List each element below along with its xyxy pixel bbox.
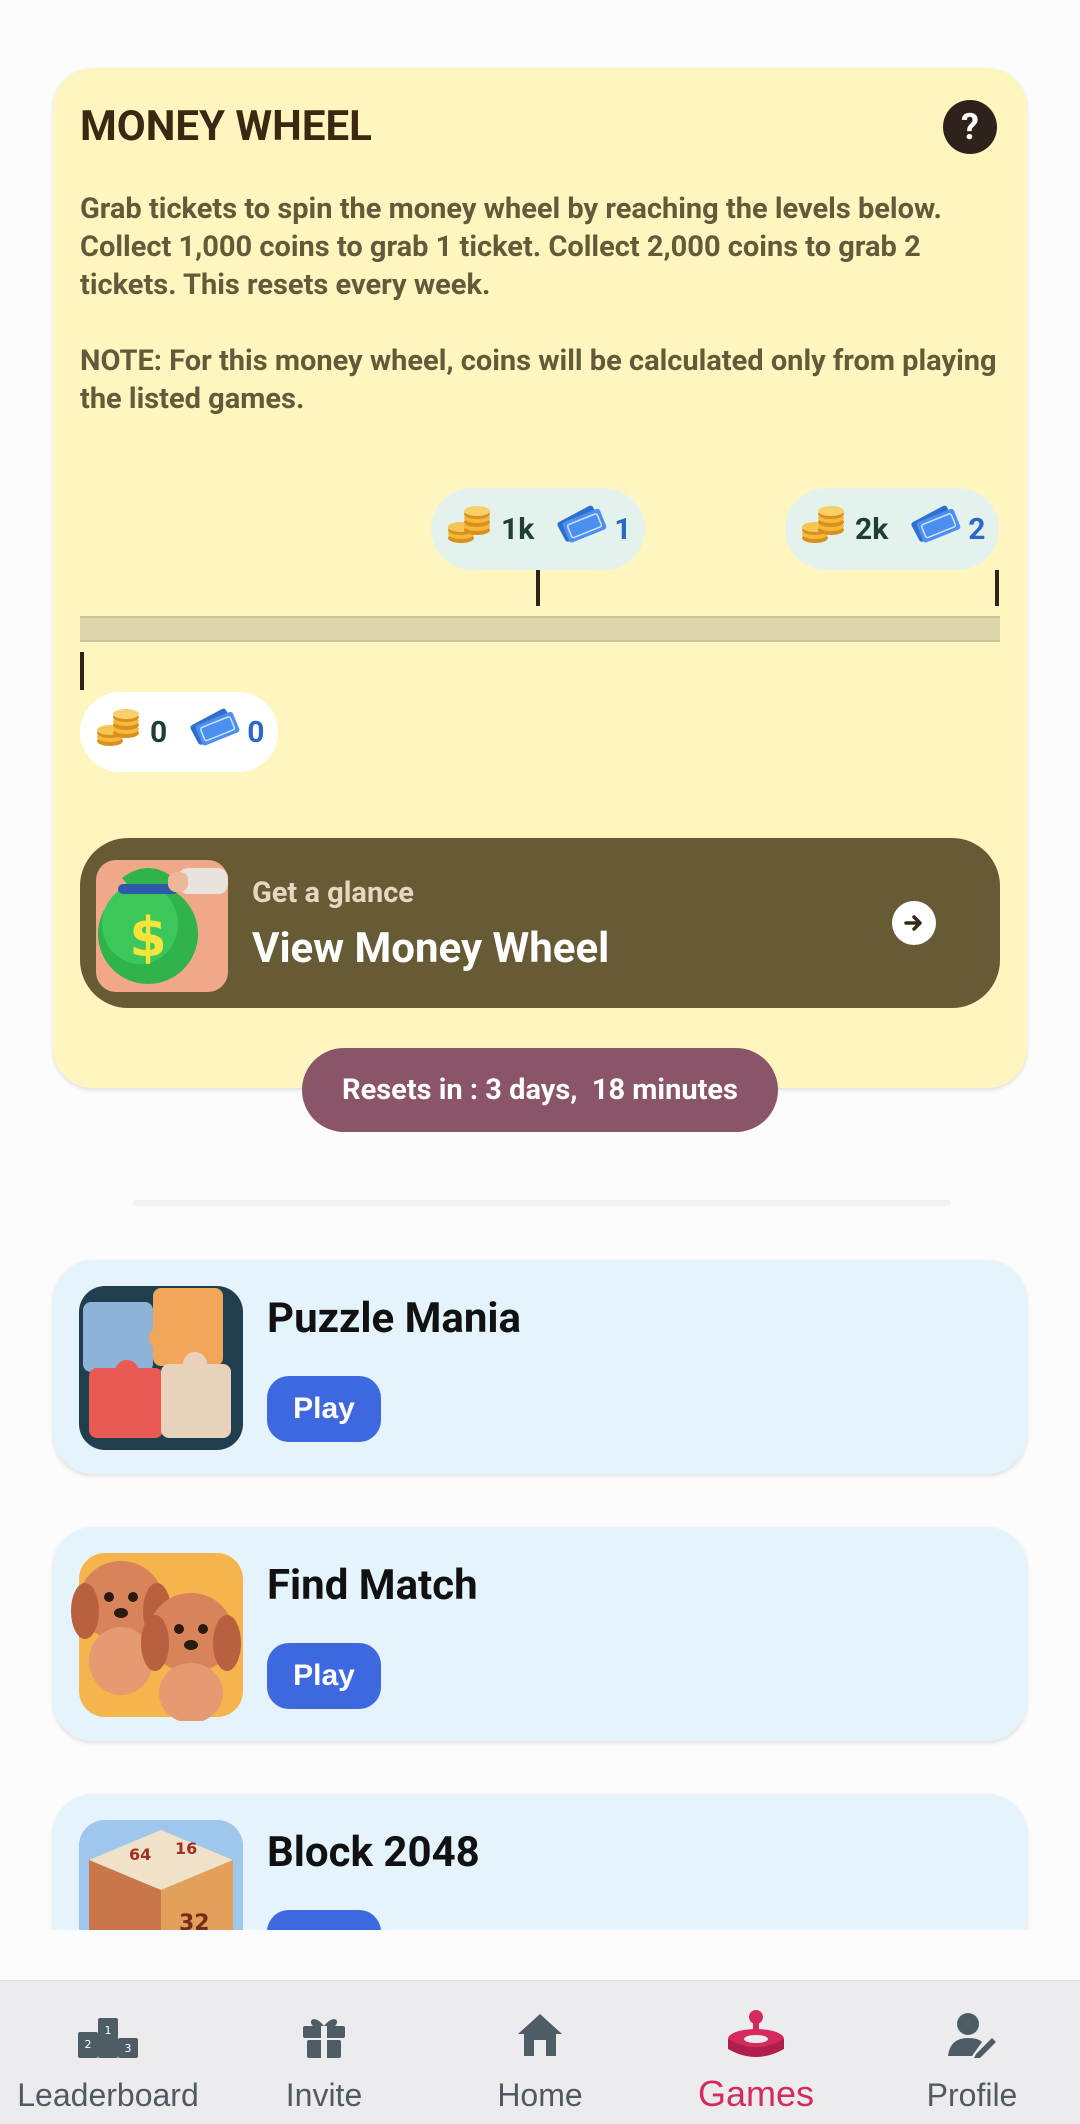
view-money-wheel-button[interactable]: $ Get a glance View Money Wheel: [80, 838, 1000, 1008]
nav-label: Invite: [285, 2077, 363, 2113]
svg-text:32: 32: [179, 1911, 210, 1930]
play-button[interactable]: Play: [267, 1643, 381, 1709]
ticket-icon: [908, 500, 962, 558]
coins-icon: [445, 500, 495, 558]
coins-icon: [94, 703, 144, 761]
milestone-2k: 2k 2: [785, 488, 1000, 570]
game-title: Block 2048: [267, 1828, 480, 1877]
svg-text:3: 3: [125, 2042, 132, 2055]
svg-text:64: 64: [129, 1845, 151, 1864]
nav-item-home[interactable]: Home: [432, 1981, 648, 2124]
progress-track: [80, 616, 1000, 642]
game-card-block-2048: 64 16 32 Block 2048 Play: [53, 1794, 1027, 1930]
svg-text:16: 16: [175, 1839, 197, 1858]
ticket-icon: [554, 500, 608, 558]
nav-item-invite[interactable]: Invite: [216, 1981, 432, 2124]
nav-label: Profile: [926, 2077, 1018, 2113]
game-title: Find Match: [267, 1561, 478, 1610]
money-wheel-title: MONEY WHEEL: [80, 102, 372, 151]
view-money-wheel-subtitle: Get a glance: [252, 876, 414, 910]
money-wheel-note: NOTE: For this money wheel, coins will b…: [80, 344, 997, 416]
puzzle-mania-thumbnail: [79, 1286, 243, 1450]
milestone-1k-tick: [536, 570, 540, 606]
find-match-thumbnail: [71, 1553, 243, 1721]
coins-icon: [799, 500, 849, 558]
svg-text:1: 1: [105, 2024, 112, 2037]
svg-text:2: 2: [85, 2038, 92, 2051]
milestone-2k-tick: [995, 570, 999, 606]
game-card-find-match: Find Match Play: [53, 1527, 1027, 1741]
milestone-coins: 1k: [501, 511, 535, 547]
milestone-tickets: 2: [968, 511, 986, 547]
joystick-icon: [724, 2007, 788, 2063]
current-progress-tick: [80, 652, 84, 690]
nav-item-games[interactable]: Games: [648, 1981, 864, 2124]
current-progress-pill: 0 0: [80, 692, 279, 772]
gift-icon: [292, 2007, 356, 2063]
view-money-wheel-title: View Money Wheel: [252, 924, 610, 973]
game-title: Puzzle Mania: [267, 1294, 521, 1343]
nav-item-profile[interactable]: Profile: [864, 1981, 1080, 2124]
current-tickets: 0: [247, 714, 265, 750]
games-list[interactable]: Puzzle Mania Play Find Match Play 64 16 …: [0, 1180, 1080, 1930]
nav-label: Home: [497, 2077, 583, 2113]
bottom-navigation: 2 1 3 Leaderboard Invite Home Games Prof…: [0, 1980, 1080, 2124]
play-button[interactable]: Play: [267, 1376, 381, 1442]
money-wheel-card: MONEY WHEEL ? Grab tickets to spin the m…: [53, 68, 1027, 1088]
game-card-puzzle-mania: Puzzle Mania Play: [53, 1260, 1027, 1474]
milestone-tickets: 1: [614, 511, 632, 547]
nav-label: Games: [697, 2073, 815, 2114]
block-2048-thumbnail: 64 16 32: [79, 1820, 243, 1930]
home-icon: [508, 2007, 572, 2063]
reset-countdown-badge: Resets in : 3 days, 18 minutes: [302, 1048, 778, 1132]
money-bag-icon: $: [96, 860, 228, 992]
nav-label: Leaderboard: [17, 2077, 199, 2113]
help-icon[interactable]: ?: [943, 100, 997, 154]
svg-text:$: $: [129, 906, 167, 969]
podium-icon: 2 1 3: [76, 2007, 140, 2063]
current-coins: 0: [150, 714, 168, 750]
milestone-coins: 2k: [855, 511, 889, 547]
profile-edit-icon: [940, 2007, 1004, 2063]
play-button[interactable]: Play: [267, 1910, 381, 1930]
money-wheel-description: Grab tickets to spin the money wheel by …: [80, 192, 942, 302]
milestone-1k: 1k 1: [431, 488, 646, 570]
nav-item-leaderboard[interactable]: 2 1 3 Leaderboard: [0, 1981, 216, 2124]
ticket-icon: [187, 703, 241, 761]
arrow-right-icon: [892, 901, 936, 945]
